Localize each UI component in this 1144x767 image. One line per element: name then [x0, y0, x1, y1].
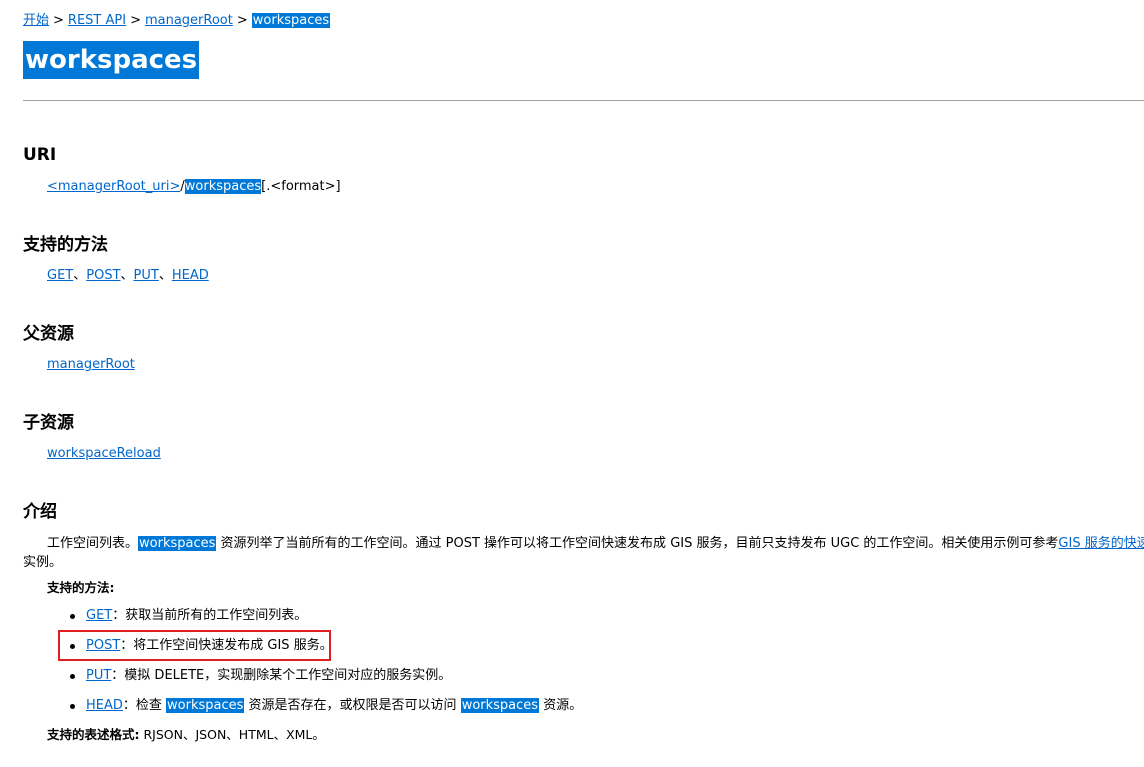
bullet-head: HEAD：检查 workspaces 资源是否存在，或权限是否可以访问 work… [70, 694, 582, 724]
bullet-get-link[interactable]: GET [86, 608, 112, 623]
method-separator: 、 [73, 268, 87, 283]
bullet-dot [70, 614, 75, 619]
bullet-post-desc: ：将工作空间快速发布成 GIS 服务。 [120, 638, 333, 653]
breadcrumb-separator: > [53, 13, 64, 28]
method-link-put[interactable]: PUT [134, 268, 159, 283]
children-line: workspaceReload [47, 445, 161, 463]
breadcrumb-separator: > [236, 13, 248, 28]
parent-heading: 父资源 [23, 324, 74, 344]
intro-line2: 实例。 [23, 555, 63, 570]
bullet-get-desc: ：获取当前所有的工作空间列表。 [112, 608, 308, 623]
bullet-put-desc: ：模拟 DELETE，实现删除某个工作空间对应的服务实例。 [111, 668, 452, 683]
breadcrumb-separator: > [130, 13, 141, 28]
breadcrumb-item-current: workspaces [251, 13, 331, 28]
bullet-head-desc-c: 资源。 [539, 698, 583, 713]
uri-resource-highlight: workspaces [184, 179, 262, 194]
breadcrumb-item-start[interactable]: 开始 [23, 13, 49, 28]
uri-format-suffix: [.<format>] [261, 179, 341, 194]
intro-text-before: 工作空间列表。 [47, 536, 139, 551]
bullet-head-desc-b: 资源是否存在，或权限是否可以访问 [244, 698, 461, 713]
intro-heading: 介绍 [23, 502, 57, 522]
intro-paragraph: 工作空间列表。workspaces 资源列举了当前所有的工作空间。通过 POST… [23, 534, 1144, 572]
formats-line: 支持的表述格式: RJSON、JSON、HTML、XML。 [47, 726, 325, 744]
intro-methods-label: 支持的方法: [47, 580, 115, 595]
method-link-head[interactable]: HEAD [172, 268, 209, 283]
bullet-head-link[interactable]: HEAD [86, 698, 123, 713]
breadcrumb-item-managerroot[interactable]: managerRoot [145, 13, 233, 28]
child-workspacereload-link[interactable]: workspaceReload [47, 446, 161, 461]
bullet-head-workspaces-highlight-2: workspaces [460, 698, 540, 713]
parent-managerroot-link[interactable]: managerRoot [47, 357, 135, 372]
formats-values: RJSON、JSON、HTML、XML。 [143, 727, 325, 742]
bullet-get: GET：获取当前所有的工作空间列表。 [70, 604, 582, 634]
breadcrumb-item-rest-api[interactable]: REST API [68, 13, 126, 28]
method-separator: 、 [120, 268, 134, 283]
gis-quick-publish-link[interactable]: GIS 服务的快速发布 [1058, 536, 1144, 551]
bullet-head-workspaces-highlight: workspaces [166, 698, 245, 713]
uri-heading: URI [23, 145, 57, 165]
divider [23, 100, 1144, 101]
intro-text-after: 资源列举了当前所有的工作空间。通过 POST 操作可以将工作空间快速发布成 GI… [220, 536, 1059, 551]
bullet-post: POST：将工作空间快速发布成 GIS 服务。 [70, 634, 582, 664]
page: 开始 > REST API > managerRoot > workspaces works… [0, 0, 1144, 767]
bullet-put: PUT：模拟 DELETE，实现删除某个工作空间对应的服务实例。 [70, 664, 582, 694]
children-heading: 子资源 [23, 413, 74, 433]
page-title: workspaces [23, 41, 200, 79]
methods-line: GET、POST、PUT、HEAD [47, 267, 209, 285]
method-link-get[interactable]: GET [47, 268, 73, 283]
uri-managerroot-link[interactable]: <managerRoot_uri> [47, 179, 180, 194]
uri-line: <managerRoot_uri>/workspaces[.<format>] [47, 178, 341, 196]
bullet-post-link[interactable]: POST [86, 638, 120, 653]
method-separator: 、 [158, 268, 172, 283]
methods-heading: 支持的方法 [23, 235, 108, 255]
bullet-dot [70, 644, 75, 649]
method-bullet-list: GET：获取当前所有的工作空间列表。 POST：将工作空间快速发布成 GIS 服… [70, 604, 582, 724]
method-link-post[interactable]: POST [86, 268, 120, 283]
parent-line: managerRoot [47, 356, 135, 374]
breadcrumb: 开始 > REST API > managerRoot > workspaces [23, 12, 331, 30]
bullet-dot [70, 704, 75, 709]
bullet-dot [70, 674, 75, 679]
intro-workspaces-highlight: workspaces [138, 536, 217, 551]
bullet-head-desc-a: ：检查 [122, 698, 167, 713]
formats-label: 支持的表述格式: [47, 727, 140, 742]
bullet-put-link[interactable]: PUT [86, 668, 111, 683]
